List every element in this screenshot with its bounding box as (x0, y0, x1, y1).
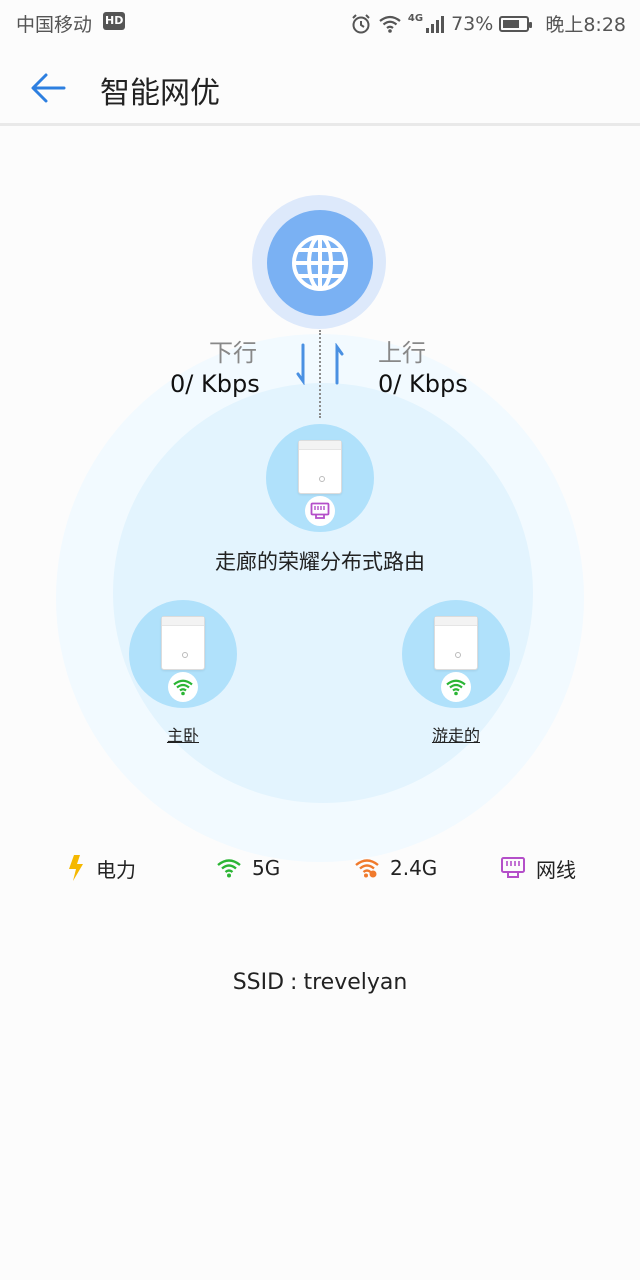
ssid-label: SSID (232, 970, 285, 995)
legend-24g-label: 2.4G (390, 856, 438, 880)
legend-5g: 5G (216, 852, 280, 884)
app-bar: 智能网优 (0, 44, 640, 126)
legend-power-label: 电力 (96, 857, 136, 882)
legend-power: 电力 (66, 852, 136, 884)
upload-speed: 0/ Kbps (378, 370, 468, 398)
legend-ethernet: 网线 (500, 852, 576, 884)
router-device-icon (434, 616, 478, 670)
download-arrow-icon (296, 343, 305, 385)
battery-percent: 73% (451, 12, 494, 35)
battery-icon (499, 15, 533, 32)
legend-ethernet-label: 网线 (536, 857, 576, 882)
lightning-icon (69, 855, 83, 881)
signal-icon (426, 15, 445, 33)
hd-badge: HD (103, 12, 126, 30)
upload-arrow-icon (335, 343, 344, 385)
router-node-left[interactable] (129, 600, 237, 708)
router-device-icon (298, 440, 342, 494)
wifi-5g-icon (446, 679, 466, 696)
legend-5g-label: 5G (252, 856, 281, 880)
network-type: 4G (407, 13, 424, 24)
router-node-main-name: 走廊的荣耀分布式路由 (215, 550, 425, 574)
status-icons: 4G 73% 晚上8:28 (350, 10, 626, 37)
legend-24g: 2.4G (354, 852, 437, 884)
router-device-icon (161, 616, 205, 670)
wifi-5g-badge (168, 672, 198, 702)
wifi-5g-badge (441, 672, 471, 702)
page-title: 智能网优 (100, 76, 220, 111)
ethernet-badge (305, 496, 335, 526)
ethernet-icon (310, 502, 330, 519)
download-label: 下行 (209, 339, 257, 367)
router-node-right-name[interactable]: 游走的 (402, 722, 510, 746)
wifi-5g-icon (173, 679, 193, 696)
carrier-name: 中国移动 (16, 14, 93, 36)
internet-node[interactable] (267, 210, 373, 316)
router-node-main[interactable] (266, 424, 374, 532)
router-node-right[interactable] (402, 600, 510, 708)
arrow-left-icon (31, 73, 66, 103)
wifi-24g-icon (355, 859, 379, 878)
alarm-icon (352, 13, 370, 33)
status-bar: 中国移动 HD 4G 73% 晚上8:28 (0, 0, 640, 44)
upload-label: 上行 (378, 339, 426, 367)
wifi-status-icon (379, 15, 401, 33)
download-speed: 0/ Kbps (170, 370, 260, 398)
ethernet-icon (501, 857, 525, 878)
wired-link-line (319, 330, 321, 418)
back-button[interactable] (26, 66, 70, 110)
wifi-5g-icon (217, 859, 241, 878)
router-node-left-name[interactable]: 主卧 (129, 722, 237, 746)
clock: 晚上8:28 (545, 14, 626, 36)
globe-icon (292, 235, 348, 291)
ssid-value: trevelyan (303, 970, 408, 995)
ssid-separator: : (290, 970, 298, 995)
ssid-row: SSID: trevelyan (0, 970, 640, 995)
